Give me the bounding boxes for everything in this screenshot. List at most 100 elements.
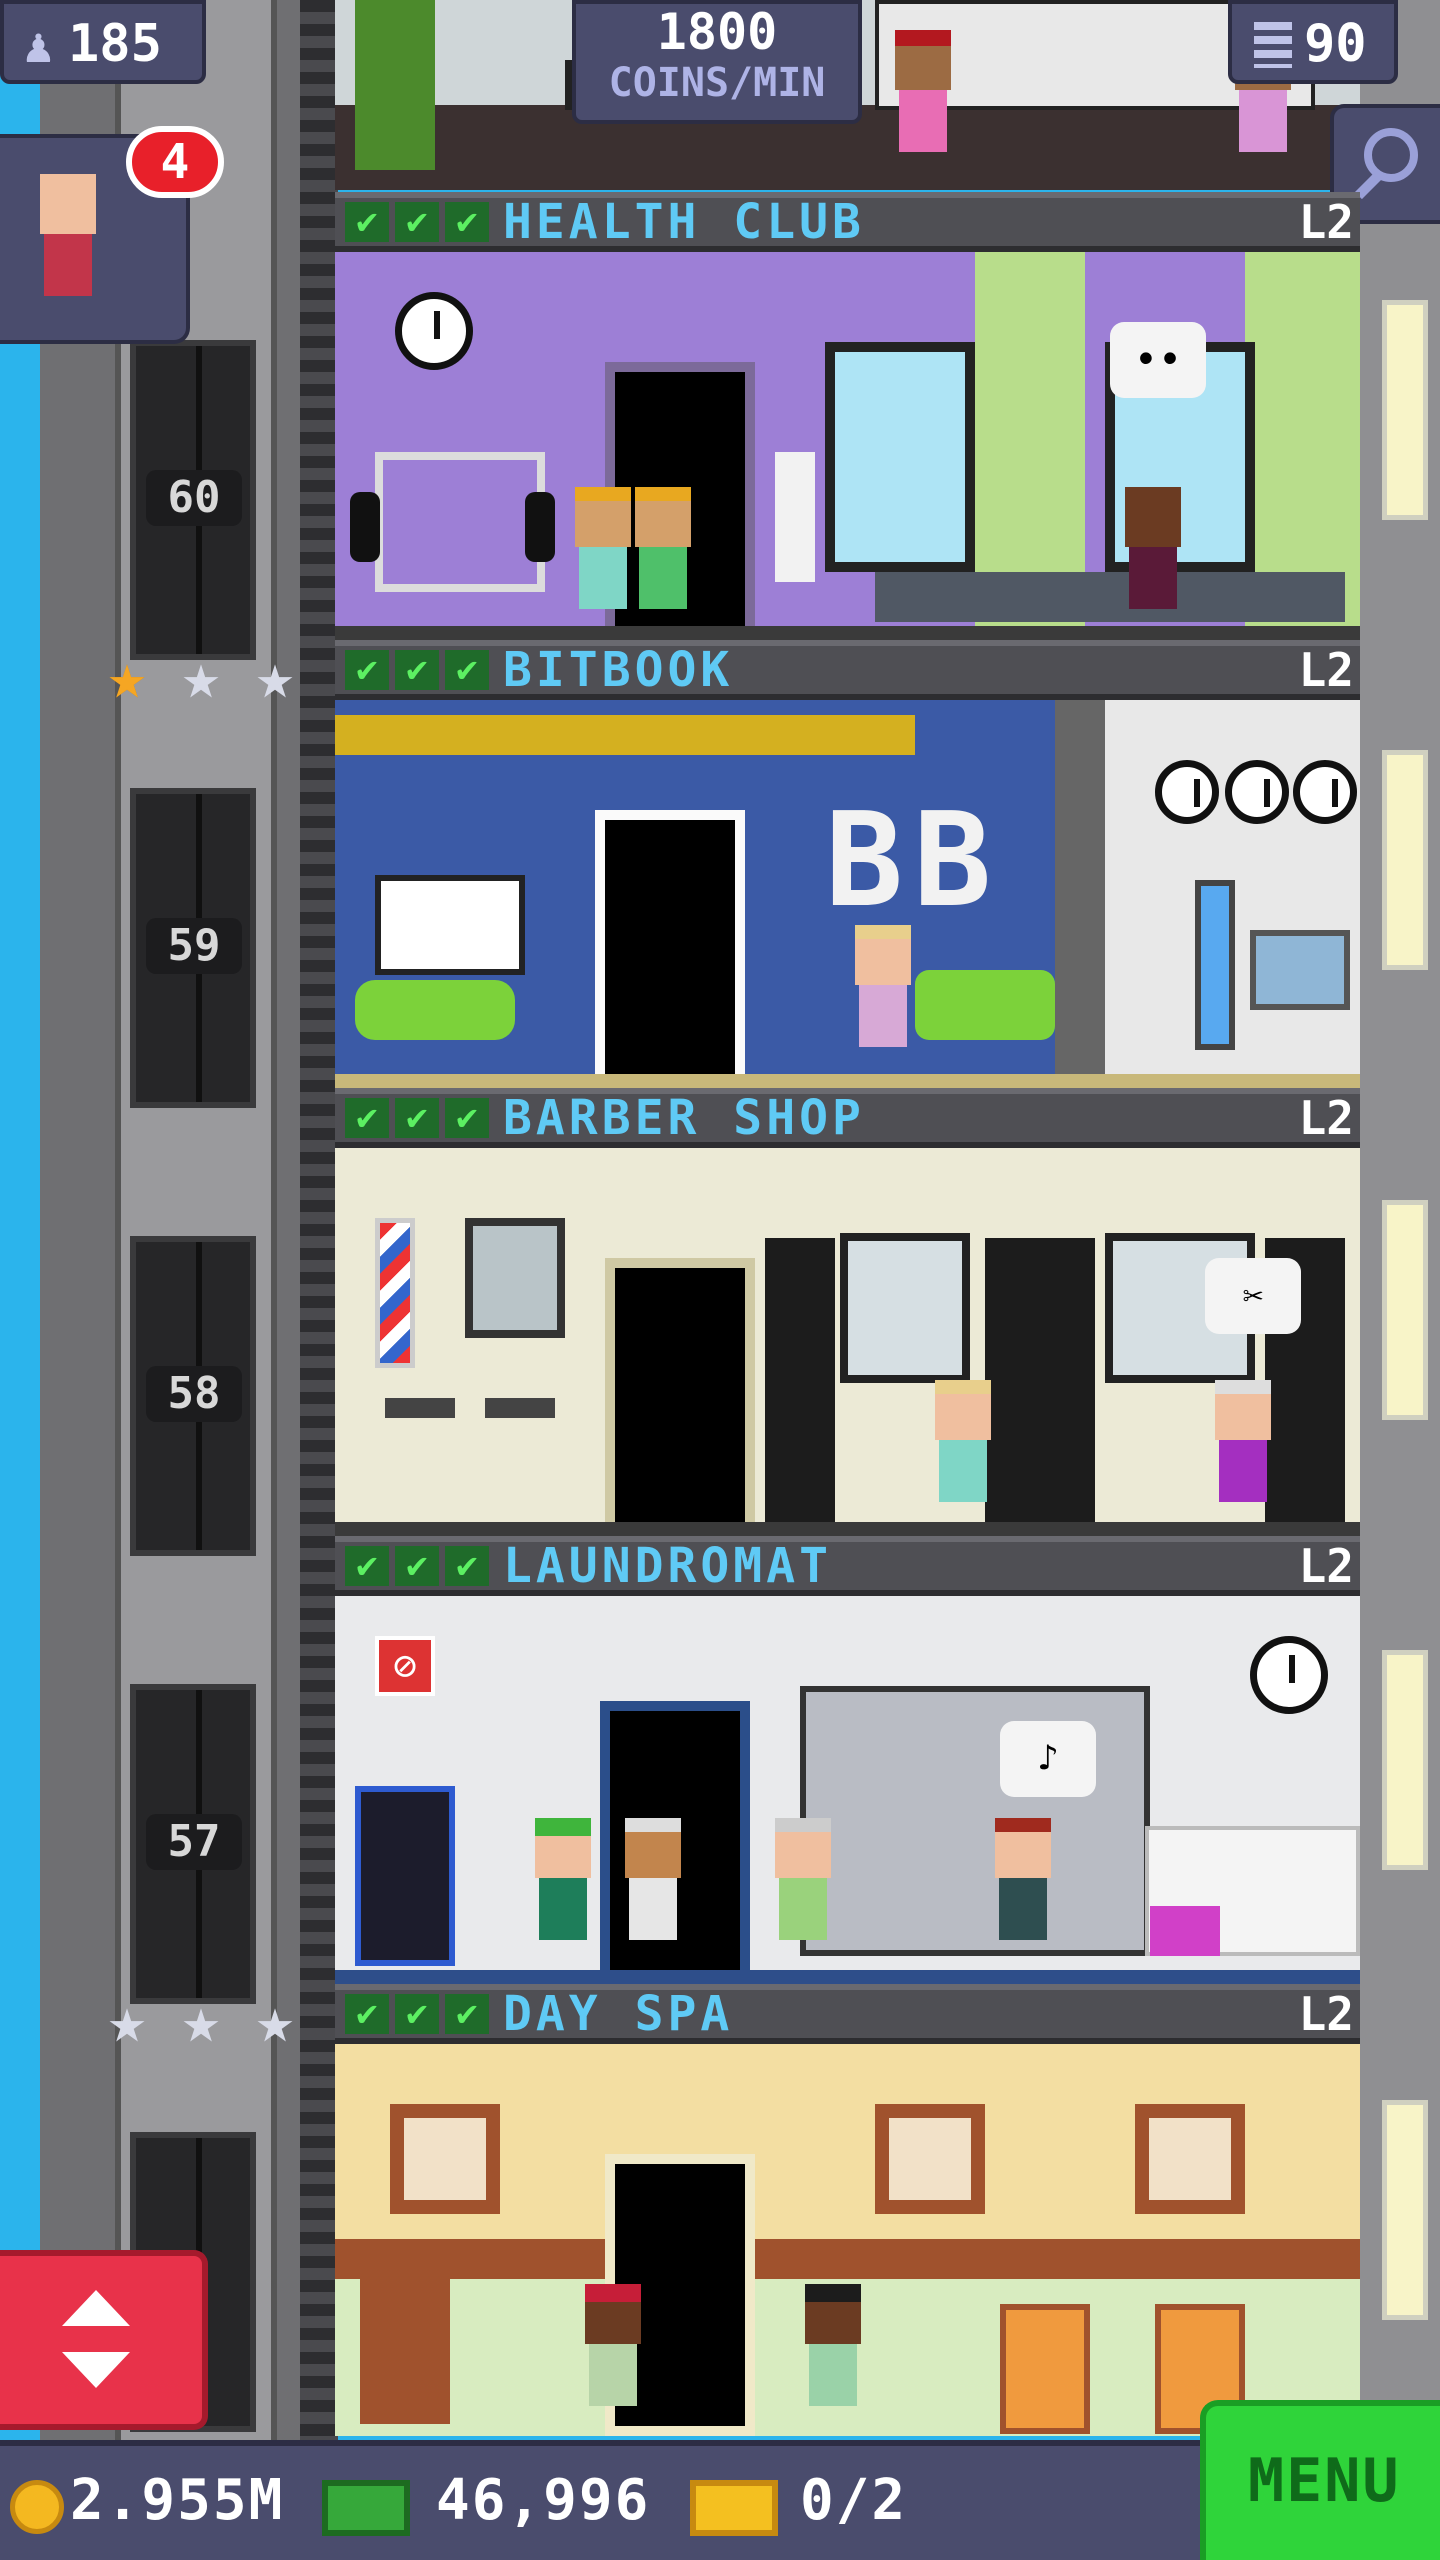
resident[interactable] <box>1125 487 1181 627</box>
floor-star-rating: ★ ★ ★ <box>92 1986 312 2056</box>
resident[interactable] <box>585 2284 641 2424</box>
elevator-rail <box>300 0 338 2440</box>
resident[interactable] <box>635 487 691 627</box>
person-icon: ♟ <box>24 18 53 74</box>
floor-checks: ✔ ✔ ✔ <box>345 1546 489 1586</box>
floor-name: DAY SPA <box>503 1986 734 2042</box>
star-icon: ★ <box>255 640 295 714</box>
floor-laundromat[interactable]: ✔ ✔ ✔ LAUNDROMAT L2 ⊘ ♪ <box>335 1536 1360 1984</box>
residents-counter[interactable]: ♟ 185 <box>0 0 206 84</box>
coins-amount: 2.955M <box>70 2468 285 2533</box>
floor-header: ✔ ✔ ✔ BARBER SHOP L2 <box>335 1088 1360 1148</box>
resident[interactable] <box>625 1818 681 1958</box>
floor-day-spa[interactable]: ✔ ✔ ✔ DAY SPA L2 <box>335 1984 1360 2436</box>
floor-level: L2 <box>1298 643 1354 697</box>
up-down-arrow-icon <box>62 2290 130 2326</box>
bitbook-logo: BB <box>825 784 1002 936</box>
checkmark-icon: ✔ <box>395 202 439 242</box>
room-bitbook: BB <box>335 700 1360 1088</box>
room-door <box>605 1258 755 1536</box>
speech-bubble[interactable]: ♪ <box>1000 1721 1096 1797</box>
floor-header: ✔ ✔ ✔ BITBOOK L2 <box>335 640 1360 700</box>
floor-star-rating: ★ ★ ★ <box>92 642 312 712</box>
elevator-floor-number: 57 <box>146 1814 242 1870</box>
menu-label: MENU <box>1248 2446 1401 2516</box>
checkmark-icon: ✔ <box>345 650 389 690</box>
floor-header: ✔ ✔ ✔ HEALTH CLUB L2 <box>335 192 1360 252</box>
clock-icon <box>1155 760 1219 824</box>
floor-level: L2 <box>1298 1091 1354 1145</box>
checkmark-icon: ✔ <box>445 1546 489 1586</box>
visitor-avatar <box>40 174 96 314</box>
menu-button[interactable]: MENU <box>1200 2400 1440 2560</box>
coins-rate-unit: COINS/MIN <box>608 60 826 106</box>
floor-name: BARBER SHOP <box>503 1090 865 1146</box>
elevator-button[interactable] <box>0 2250 208 2430</box>
building-icon <box>1254 22 1292 68</box>
checkmark-icon: ✔ <box>395 1098 439 1138</box>
checkmark-icon: ✔ <box>445 1994 489 2034</box>
checkmark-icon: ✔ <box>345 1098 389 1138</box>
resident[interactable] <box>535 1818 591 1958</box>
resident[interactable] <box>575 487 631 627</box>
floor-name: HEALTH CLUB <box>503 194 865 250</box>
coin-icon <box>10 2480 64 2534</box>
floor-level: L2 <box>1298 195 1354 249</box>
floor-checks: ✔ ✔ ✔ <box>345 1098 489 1138</box>
checkmark-icon: ✔ <box>395 650 439 690</box>
resident[interactable] <box>1215 1380 1271 1520</box>
floor-barber-shop[interactable]: ✔ ✔ ✔ BARBER SHOP L2 ✂ <box>335 1088 1360 1536</box>
elevator-floor-number: 58 <box>146 1366 242 1422</box>
star-icon: ★ <box>181 640 221 714</box>
residents-count: 185 <box>68 14 162 74</box>
checkmark-icon: ✔ <box>445 650 489 690</box>
right-building-edge <box>1360 0 1440 2440</box>
floor-bitbook[interactable]: ✔ ✔ ✔ BITBOOK L2 BB <box>335 640 1360 1088</box>
resident[interactable] <box>895 30 951 170</box>
floor-checks: ✔ ✔ ✔ <box>345 650 489 690</box>
bux-icon <box>322 2480 410 2536</box>
bux-amount: 46,996 <box>436 2468 651 2533</box>
resident[interactable] <box>855 925 911 1065</box>
elevator-floor-number: 60 <box>146 470 242 526</box>
barber-pole <box>375 1218 415 1368</box>
star-icon: ★ <box>181 1984 221 2058</box>
room-barber-shop: ✂ <box>335 1148 1360 1536</box>
floor-name: BITBOOK <box>503 642 734 698</box>
ticket-icon <box>690 2480 778 2536</box>
speech-bubble[interactable]: •• <box>1110 322 1206 398</box>
speech-bubble[interactable]: ✂ <box>1205 1258 1301 1334</box>
room-laundromat: ⊘ ♪ <box>335 1596 1360 1984</box>
floors-counter[interactable]: 90 <box>1228 0 1398 84</box>
floor-checks: ✔ ✔ ✔ <box>345 202 489 242</box>
checkmark-icon: ✔ <box>345 202 389 242</box>
checkmark-icon: ✔ <box>445 1098 489 1138</box>
checkmark-icon: ✔ <box>445 202 489 242</box>
checkmark-icon: ✔ <box>395 1546 439 1586</box>
floor-name: LAUNDROMAT <box>503 1538 832 1594</box>
resident[interactable] <box>805 2284 861 2424</box>
coins-rate-value: 1800 <box>656 3 778 61</box>
floor-health-club[interactable]: ✔ ✔ ✔ HEALTH CLUB L2 •• <box>335 192 1360 640</box>
room-health-club: •• <box>335 252 1360 640</box>
floor-level: L2 <box>1298 1539 1354 1593</box>
resident[interactable] <box>935 1380 991 1520</box>
no-sign-icon: ⊘ <box>375 1636 435 1696</box>
elevator-floor-number: 59 <box>146 918 242 974</box>
room-door <box>595 810 745 1088</box>
clock-icon <box>1225 760 1289 824</box>
floors-count: 90 <box>1304 14 1367 74</box>
checkmark-icon: ✔ <box>395 1994 439 2034</box>
coins-per-minute-display: 1800 COINS/MIN <box>572 0 862 124</box>
tickets-count: 0/2 <box>800 2468 908 2533</box>
floor-level: L2 <box>1298 1987 1354 2041</box>
checkmark-icon: ✔ <box>345 1994 389 2034</box>
resident[interactable] <box>995 1818 1051 1958</box>
resident[interactable] <box>775 1818 831 1958</box>
floor-header: ✔ ✔ ✔ LAUNDROMAT L2 <box>335 1536 1360 1596</box>
clock-icon <box>1250 1636 1328 1714</box>
floor-header: ✔ ✔ ✔ DAY SPA L2 <box>335 1984 1360 2044</box>
notification-badge: 4 <box>126 126 224 198</box>
star-icon: ★ <box>107 640 147 714</box>
floor-checks: ✔ ✔ ✔ <box>345 1994 489 2034</box>
